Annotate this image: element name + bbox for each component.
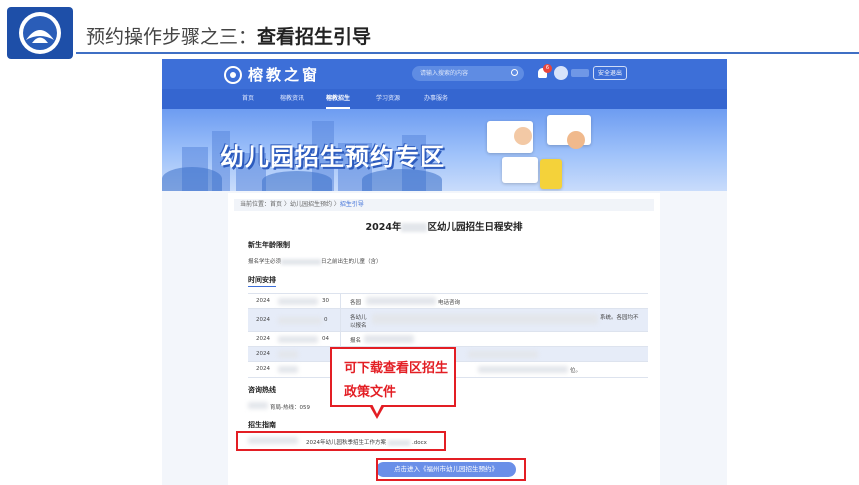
enrollment-banner: 幼儿园招生预约专区 — [162, 109, 727, 191]
main-nav: 首页 榕教资讯 榕教招生 学习资源 办事服务 — [162, 89, 727, 109]
redacted-text — [278, 336, 318, 343]
table-divider — [340, 332, 341, 347]
page-title: 2024年 区幼儿园招生日程安排 — [228, 219, 660, 233]
enter-button-highlight — [376, 458, 526, 481]
schedule-date-tail: 30 — [322, 298, 329, 304]
schedule-date: 2024 — [256, 298, 270, 304]
page-title-end: 区幼儿园招生日程安排 — [427, 222, 523, 233]
brand-logo-icon — [224, 65, 242, 84]
schedule-date-tail: 0 — [324, 317, 328, 323]
user-name-redacted — [571, 69, 589, 77]
schedule-event: 报名 — [350, 338, 362, 344]
schedule-event: 各园 — [350, 300, 362, 306]
schedule-event-tail: 系统。各园均不 — [600, 315, 639, 321]
guide-file-highlight — [236, 431, 446, 451]
redacted-text — [278, 298, 318, 305]
banner-tree — [262, 171, 332, 191]
schedule-row: 2024 04 报名 — [248, 331, 648, 347]
schedule-date: 2024 — [256, 366, 270, 372]
redacted-text — [372, 314, 598, 324]
notification-badge: 6 — [543, 64, 552, 73]
banner-tree — [162, 167, 222, 191]
banner-child-figure — [540, 159, 562, 189]
search-placeholder: 请输入搜索的内容 — [420, 70, 469, 77]
slide-title-prefix: 预约操作步骤之三： — [86, 26, 258, 48]
site-search-input[interactable]: 请输入搜索的内容 — [412, 66, 524, 81]
redacted-text — [278, 351, 298, 358]
nav-services[interactable]: 办事服务 — [424, 89, 448, 109]
search-icon[interactable] — [511, 69, 518, 76]
website-screenshot: 榕教之窗 请输入搜索的内容 6 安全退出 首页 榕教资讯 榕教招生 学习资源 办… — [162, 59, 727, 485]
schedule-event: 各幼儿 — [350, 315, 367, 321]
annotation-callout: 可下载查看区招生政策文件 — [330, 347, 456, 407]
user-avatar[interactable] — [554, 66, 568, 80]
site-brand-name: 榕教之窗 — [248, 66, 321, 84]
schedule-event-tail: 电话咨询 — [438, 300, 461, 306]
redacted-text — [478, 366, 568, 373]
nav-news[interactable]: 榕教资讯 — [280, 89, 304, 109]
breadcrumb-separator: 〉 — [331, 201, 340, 208]
site-brand[interactable]: 榕教之窗 — [224, 64, 320, 85]
page-title-start: 2024年 — [365, 222, 402, 233]
schedule-date: 2024 — [256, 317, 270, 323]
breadcrumb-section[interactable]: 幼儿园招生预约 — [290, 201, 332, 208]
schedule-event-line2: 以报名 — [350, 323, 367, 329]
schedule-heading: 时间安排 — [248, 275, 276, 287]
age-limit-text-end: 日之前出生的儿童（含） — [321, 259, 382, 265]
redacted-text — [468, 351, 538, 358]
nav-resources[interactable]: 学习资源 — [376, 89, 400, 109]
school-logo — [7, 7, 73, 59]
schedule-event-tail: 位。 — [570, 368, 582, 374]
redacted-district — [401, 223, 428, 232]
banner-child-figure — [567, 131, 585, 149]
banner-screen-illustration — [502, 157, 538, 183]
redacted-date — [281, 258, 322, 265]
schedule-date: 2024 — [256, 351, 270, 357]
slide-title: 预约操作步骤之三：查看招生引导 — [86, 22, 371, 49]
breadcrumb-home[interactable]: 首页 — [270, 201, 282, 208]
breadcrumb-current: 招生引导 — [339, 201, 364, 208]
redacted-text — [248, 402, 268, 409]
breadcrumb-prefix: 当前位置： — [240, 201, 271, 208]
banner-child-figure — [514, 127, 532, 145]
callout-text: 可下载查看区招生政策文件 — [344, 361, 449, 400]
redacted-text — [366, 297, 436, 305]
age-limit-heading: 新生年龄限制 — [248, 241, 290, 249]
banner-title: 幼儿园招生预约专区 — [220, 143, 445, 171]
nav-home[interactable]: 首页 — [242, 89, 254, 109]
hotline-heading: 咨询热线 — [248, 386, 276, 394]
age-limit-text-start: 报名学生必须 — [248, 259, 282, 265]
site-header: 榕教之窗 请输入搜索的内容 6 安全退出 — [162, 59, 727, 89]
logout-button[interactable]: 安全退出 — [593, 66, 627, 80]
schedule-row: 2024 30 各园 电话咨询 — [248, 293, 648, 309]
schedule-date: 2024 — [256, 336, 270, 342]
banner-tree — [362, 169, 442, 191]
schedule-date-tail: 04 — [322, 336, 329, 342]
table-divider — [340, 294, 341, 309]
slide-title-emphasis: 查看招生引导 — [257, 26, 372, 48]
breadcrumb: 当前位置：首页 〉幼儿园招生预约 〉招生引导 — [234, 199, 654, 211]
nav-enrollment[interactable]: 榕教招生 — [326, 89, 351, 109]
breadcrumb-separator: 〉 — [282, 201, 290, 208]
table-divider — [340, 309, 341, 332]
schedule-row: 2024 0 各幼儿 以报名 系统。各园均不 — [248, 308, 648, 332]
hotline-text: 育局-热线：059 — [270, 405, 310, 411]
title-divider — [76, 52, 859, 54]
redacted-text — [278, 317, 322, 324]
age-limit-text: 报名学生必须 日之前出生的儿童（含） — [248, 257, 382, 265]
redacted-text — [364, 335, 414, 343]
callout-pointer-inner — [372, 404, 382, 414]
redacted-text — [278, 366, 298, 373]
